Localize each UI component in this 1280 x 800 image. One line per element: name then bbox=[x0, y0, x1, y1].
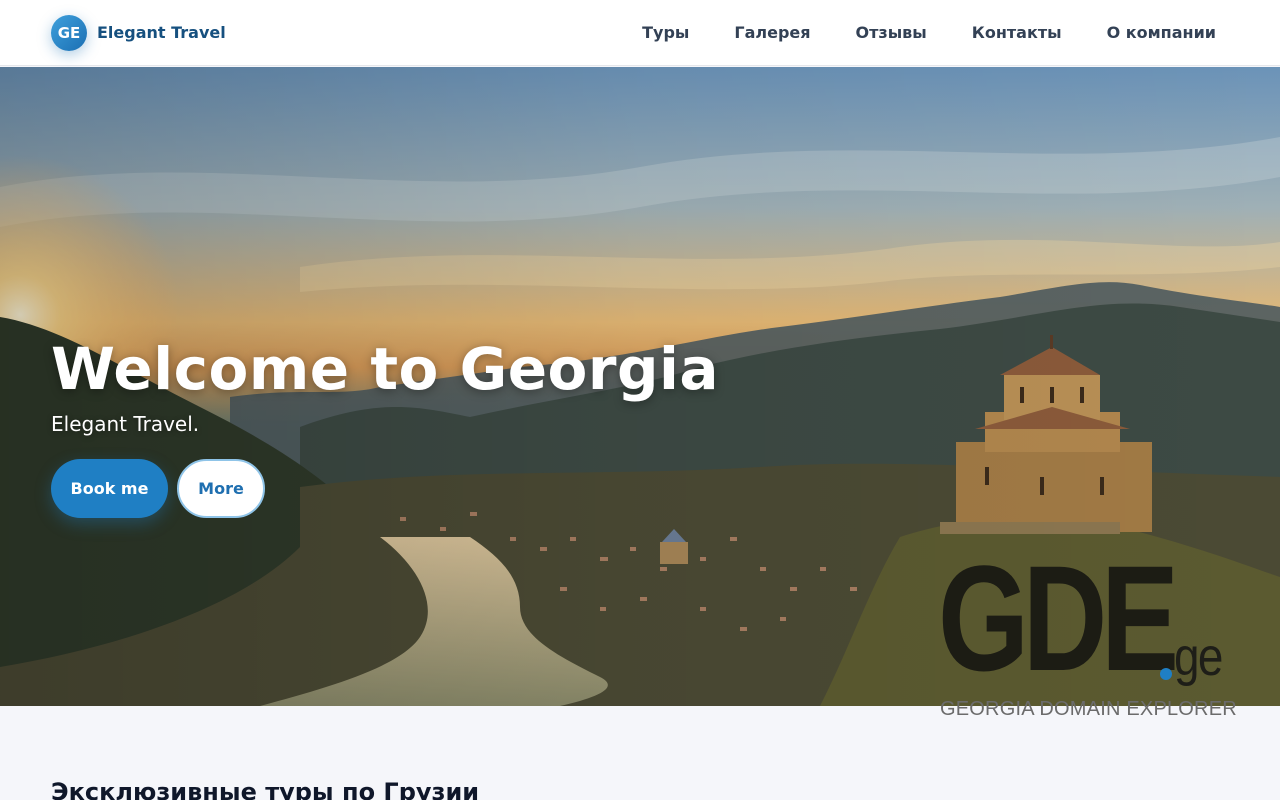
brand-name[interactable]: Elegant Travel bbox=[97, 23, 226, 42]
hero-subtitle: Elegant Travel. bbox=[51, 412, 200, 436]
section-title: Эксклюзивные туры по Грузии bbox=[51, 778, 480, 800]
nav-item-about[interactable]: О компании bbox=[1107, 23, 1216, 42]
gde-watermark-logo: GDE ge GEORGIA DOMAIN EXPLORER bbox=[938, 534, 1238, 723]
nav-item-gallery[interactable]: Галерея bbox=[734, 23, 810, 42]
gde-logo-suffix: ge bbox=[1174, 627, 1223, 687]
more-button[interactable]: More bbox=[177, 459, 265, 518]
nav-item-tours[interactable]: Туры bbox=[642, 23, 689, 42]
site-header: GE Elegant Travel Туры Галерея Отзывы Ко… bbox=[0, 0, 1280, 66]
logo-badge[interactable]: GE bbox=[51, 14, 87, 51]
book-me-button[interactable]: Book me bbox=[51, 459, 168, 518]
gde-logo-main: GDE bbox=[938, 534, 1179, 702]
hero-title: Welcome to Georgia bbox=[51, 335, 720, 403]
main-nav: Туры Галерея Отзывы Контакты О компании bbox=[642, 23, 1216, 42]
gde-logo-dot bbox=[1160, 668, 1172, 680]
nav-item-reviews[interactable]: Отзывы bbox=[856, 23, 927, 42]
gde-logo-tagline: GEORGIA DOMAIN EXPLORER bbox=[940, 698, 1237, 720]
brand[interactable]: GE Elegant Travel bbox=[51, 14, 226, 51]
nav-item-contacts[interactable]: Контакты bbox=[972, 23, 1062, 42]
